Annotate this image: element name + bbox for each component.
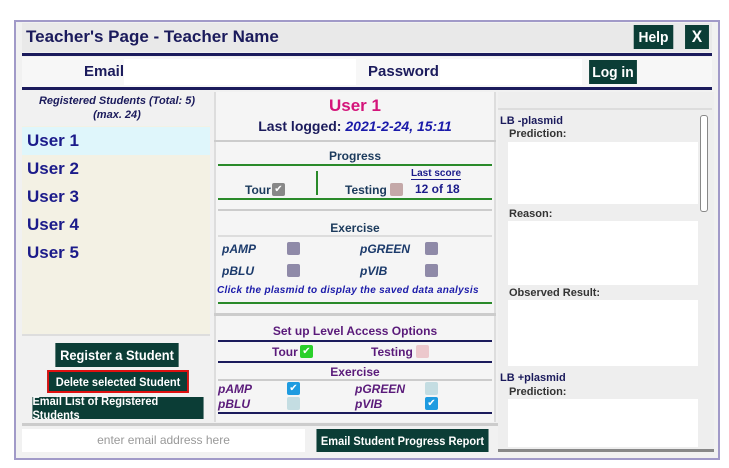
exercise-title: Exercise	[330, 221, 380, 235]
students-max: (max. 24)	[93, 109, 141, 121]
tour-label: Tour	[245, 183, 271, 197]
divider	[218, 198, 492, 200]
last-logged: Last logged: 2021-2-24, 15:11	[214, 118, 496, 134]
email-list-button[interactable]: Email List of Registered Students	[32, 394, 204, 422]
access-pvib-checkbox[interactable]: ✔	[425, 397, 438, 410]
prediction-label: Prediction:	[509, 386, 567, 398]
prediction-label: Prediction:	[509, 128, 567, 140]
access-pgreen-checkbox[interactable]	[425, 382, 438, 395]
divider	[22, 53, 712, 56]
access-pblu-checkbox[interactable]	[287, 397, 300, 410]
plasmid-pamp[interactable]: pAMP	[222, 242, 256, 256]
divider	[218, 164, 492, 166]
student-item[interactable]: User 4	[22, 211, 210, 239]
students-total: Registered Students (Total: 5)	[38, 95, 196, 107]
student-list: User 1 User 2 User 3 User 4 User 5	[22, 126, 210, 336]
password-label: Password	[368, 63, 439, 80]
last-logged-label: Last logged:	[258, 118, 342, 134]
selected-user-title: User 1	[329, 96, 381, 115]
students-header: Registered Students (Total: 5) (max. 24)	[22, 94, 212, 122]
last-score-value: 12 of 18	[415, 182, 460, 196]
plasmid-status-box[interactable]	[425, 242, 438, 255]
help-button[interactable]: Help	[633, 25, 674, 49]
access-tour-checkbox[interactable]: ✔	[300, 345, 313, 358]
student-item[interactable]: User 1	[22, 127, 210, 155]
access-pamp-label: pAMP	[218, 382, 252, 396]
access-exercise-title: Exercise	[330, 365, 380, 379]
scrollbar[interactable]	[700, 115, 708, 212]
prediction-textarea[interactable]	[508, 142, 698, 204]
progress-title: Progress	[328, 149, 382, 163]
observed-textarea[interactable]	[508, 300, 698, 366]
last-score-label: Last score	[411, 168, 462, 180]
divider	[218, 379, 492, 381]
login-button[interactable]: Log in	[589, 60, 637, 84]
divider	[218, 235, 492, 237]
divider	[218, 302, 492, 304]
delete-student-button[interactable]: Delete selected Student	[47, 370, 189, 393]
plasmid-pblu[interactable]: pBLU	[222, 264, 254, 278]
email-report-button[interactable]: Email Student Progress Report	[316, 429, 489, 452]
reason-textarea[interactable]	[508, 221, 698, 285]
access-pgreen-label: pGREEN	[355, 382, 406, 396]
close-button[interactable]: X	[685, 25, 709, 49]
lb-minus-title: LB -plasmid	[500, 115, 563, 127]
student-item[interactable]: User 3	[22, 183, 210, 211]
divider	[214, 140, 496, 142]
page-title: Teacher's Page - Teacher Name	[26, 27, 279, 46]
email-label: Email	[84, 63, 125, 80]
observed-label: Observed Result:	[509, 287, 601, 299]
last-logged-value: 2021-2-24, 15:11	[345, 118, 452, 134]
plasmid-status-box[interactable]	[287, 264, 300, 277]
divider	[218, 340, 492, 342]
access-pblu-label: pBLU	[218, 397, 250, 411]
plasmid-pgreen[interactable]: pGREEN	[360, 242, 410, 256]
reason-label: Reason:	[509, 208, 553, 220]
divider	[214, 313, 496, 316]
plasmid-hint: Click the plasmid to display the saved d…	[217, 285, 479, 296]
student-item[interactable]: User 5	[22, 239, 210, 267]
access-testing-label: Testing	[371, 345, 413, 359]
lb-plus-title: LB +plasmid	[500, 372, 566, 384]
testing-label: Testing	[345, 183, 387, 197]
divider	[316, 171, 318, 195]
password-input[interactable]	[440, 59, 582, 85]
plasmid-status-box[interactable]	[287, 242, 300, 255]
plasmid-status-box[interactable]	[425, 264, 438, 277]
prediction-textarea[interactable]	[508, 399, 698, 447]
plasmid-pvib[interactable]: pVIB	[360, 264, 387, 278]
student-item[interactable]: User 2	[22, 155, 210, 183]
email-input[interactable]	[124, 59, 356, 85]
divider	[22, 87, 712, 90]
divider	[218, 209, 492, 211]
register-student-button[interactable]: Register a Student	[55, 343, 179, 367]
testing-status-box	[390, 183, 403, 196]
access-tour-label: Tour	[272, 345, 298, 359]
access-pamp-checkbox[interactable]: ✔	[287, 382, 300, 395]
divider	[218, 361, 492, 363]
divider	[498, 108, 712, 110]
report-email-input[interactable]: enter email address here	[22, 429, 305, 452]
divider	[218, 412, 492, 414]
access-title: Set up Level Access Options	[272, 324, 438, 338]
access-pvib-label: pVIB	[355, 397, 383, 411]
tour-check-icon: ✔	[272, 183, 285, 196]
access-testing-checkbox[interactable]	[416, 345, 429, 358]
